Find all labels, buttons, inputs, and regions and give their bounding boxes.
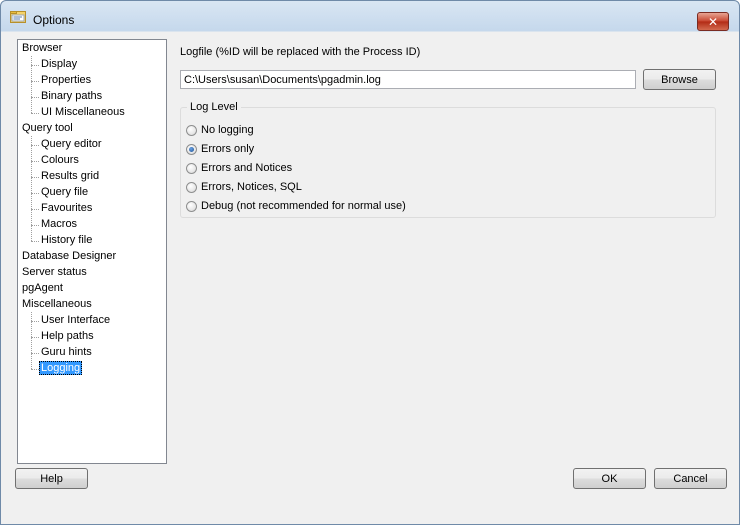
tree-item-macros[interactable]: Macros — [41, 217, 77, 232]
tree-item-help-paths[interactable]: Help paths — [41, 329, 94, 344]
tree-connector — [31, 177, 39, 178]
tree-item-label: Favourites — [41, 202, 93, 214]
tree-item-browser[interactable]: Browser — [22, 41, 62, 56]
tree-item-label: Display — [41, 58, 78, 70]
tree-item-history-file[interactable]: History file — [41, 233, 92, 248]
tree-item-label: Query editor — [41, 138, 102, 150]
tree-item-logging[interactable]: Logging — [39, 361, 83, 376]
tree-item-ui-miscellaneous[interactable]: UI Miscellaneous — [41, 105, 125, 120]
tree-connector — [31, 97, 39, 98]
cancel-button[interactable]: Cancel — [654, 468, 727, 489]
tree-connector — [31, 145, 39, 146]
tree-item-label: Query tool — [22, 122, 73, 134]
tree-connector — [31, 81, 39, 82]
close-icon: ✕ — [707, 14, 719, 29]
tree-item-database-designer[interactable]: Database Designer — [22, 249, 116, 264]
tree-item-pgagent[interactable]: pgAgent — [22, 281, 63, 296]
radio-label: Errors, Notices, SQL — [201, 181, 302, 193]
tree-item-label: History file — [41, 234, 93, 246]
help-button[interactable]: Help — [15, 468, 88, 489]
tree-item-label: UI Miscellaneous — [41, 106, 125, 118]
radio-label: Errors and Notices — [201, 162, 293, 174]
tree-connector — [31, 161, 39, 162]
tree-item-label: User Interface — [41, 314, 111, 326]
tree-item-label: Macros — [41, 218, 78, 230]
tree-item-guru-hints[interactable]: Guru hints — [41, 345, 92, 360]
ok-button[interactable]: OK — [573, 468, 646, 489]
log-level-option-4[interactable]: Debug (not recommended for normal use) — [186, 198, 406, 214]
tree-item-label: Logging — [39, 361, 83, 375]
tree-connector — [31, 225, 39, 226]
tree-item-server-status[interactable]: Server status — [22, 265, 87, 280]
logfile-label: Logfile (%ID will be replaced with the P… — [180, 46, 421, 58]
tree-item-results-grid[interactable]: Results grid — [41, 169, 99, 184]
tree-item-label: Server status — [22, 266, 87, 278]
radio-button[interactable] — [186, 181, 197, 193]
tree-item-query-editor[interactable]: Query editor — [41, 137, 102, 152]
radio-label: Errors only — [201, 143, 255, 155]
tree-item-label: Help paths — [41, 330, 94, 342]
tree-connector — [31, 337, 39, 338]
tree-item-label: Results grid — [41, 170, 100, 182]
tree-connector — [31, 56, 32, 113]
tree-item-query-tool[interactable]: Query tool — [22, 121, 73, 136]
tree-item-label: Browser — [22, 42, 63, 54]
browse-button[interactable]: Browse — [643, 69, 716, 90]
tree-connector — [31, 65, 39, 66]
tree-item-display[interactable]: Display — [41, 57, 77, 72]
radio-button[interactable] — [186, 143, 197, 155]
log-level-option-2[interactable]: Errors and Notices — [186, 160, 292, 176]
dialog-client: Browser Display Properties Binary paths UI M… — [8, 32, 732, 516]
options-window: Options ✕ Browser Display Properties Binary… — [0, 0, 740, 525]
log-level-option-3[interactable]: Errors, Notices, SQL — [186, 179, 302, 195]
tree-item-label: Query file — [41, 186, 89, 198]
tree-item-properties[interactable]: Properties — [41, 73, 91, 88]
radio-label: No logging — [201, 124, 254, 136]
tree-connector — [31, 209, 39, 210]
tree-item-label: Database Designer — [22, 250, 117, 262]
log-level-option-1[interactable]: Errors only — [186, 141, 254, 157]
log-level-title: Log Level — [187, 101, 241, 113]
close-button[interactable]: ✕ — [697, 12, 729, 31]
window-title: Options — [33, 13, 75, 27]
tree-connector — [31, 241, 39, 242]
log-level-option-0[interactable]: No logging — [186, 122, 254, 138]
options-tree[interactable]: Browser Display Properties Binary paths UI M… — [17, 39, 167, 464]
radio-label: Debug (not recommended for normal use) — [201, 200, 406, 212]
title-bar[interactable]: Options ✕ — [1, 1, 739, 31]
tree-item-binary-paths[interactable]: Binary paths — [41, 89, 102, 104]
tree-item-query-file[interactable]: Query file — [41, 185, 88, 200]
tree-item-label: Colours — [41, 154, 79, 166]
radio-button[interactable] — [186, 124, 197, 136]
tree-item-miscellaneous[interactable]: Miscellaneous — [22, 297, 92, 312]
tree-item-label: Properties — [41, 74, 92, 86]
radio-button[interactable] — [186, 162, 197, 174]
tree-connector — [31, 312, 32, 369]
tree-item-colours[interactable]: Colours — [41, 153, 79, 168]
tree-item-label: Binary paths — [41, 90, 103, 102]
tree-connector — [31, 193, 39, 194]
options-folder-icon — [10, 11, 26, 23]
tree-connector — [31, 113, 39, 114]
tree-item-label: Miscellaneous — [22, 298, 92, 310]
tree-item-label: Guru hints — [41, 346, 92, 358]
tree-connector — [31, 369, 39, 370]
tree-item-user-interface[interactable]: User Interface — [41, 313, 110, 328]
tree-item-label: pgAgent — [22, 282, 63, 294]
tree-item-favourites[interactable]: Favourites — [41, 201, 92, 216]
logfile-input[interactable]: C:\Users\susan\Documents\pgadmin.log — [180, 70, 636, 89]
tree-connector — [31, 136, 32, 241]
tree-connector — [31, 321, 39, 322]
tree-connector — [31, 353, 39, 354]
radio-button[interactable] — [186, 200, 197, 212]
